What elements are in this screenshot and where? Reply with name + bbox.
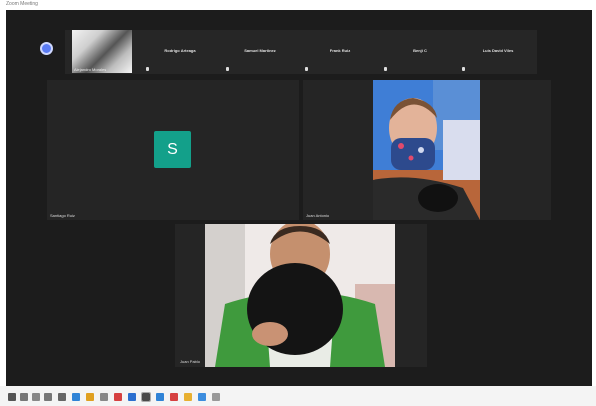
participant-tile-1[interactable]: Rodrigo Arteaga [145,48,215,53]
participant-tile-2[interactable]: Samuel Martinez [225,48,295,53]
app-icon[interactable] [212,393,220,401]
muted-mic-icon [462,67,465,71]
search-icon[interactable] [20,393,28,401]
muted-mic-icon [305,67,308,71]
video-frame-2 [205,224,395,367]
store-icon[interactable] [58,393,66,401]
video-tile-2-label: Juan Pablo [180,359,201,364]
self-view-thumbnail[interactable]: Alejandro Morales [72,30,132,73]
photos-icon[interactable] [114,393,122,401]
windows-start-icon[interactable] [8,393,16,401]
excel-icon[interactable] [156,393,164,401]
participant-tile-3[interactable]: Frank Ruiz [305,48,375,53]
participant-tile-5[interactable]: Luis David Viles [463,48,533,53]
avatar: S [154,131,191,168]
self-view-name: Alejandro Morales [74,67,107,72]
file-explorer-icon[interactable] [44,393,52,401]
muted-mic-icon [226,67,229,71]
mail-icon[interactable] [86,393,94,401]
muted-mic-icon [146,67,149,71]
zoom-icon[interactable] [141,392,151,402]
participant-video-2 [205,224,395,367]
edge-icon[interactable] [72,393,80,401]
video-frame-1 [373,80,480,220]
task-view-icon[interactable] [32,393,40,401]
avatar-tile-label: Santiago Ruiz [50,213,75,218]
muted-mic-icon [384,67,387,71]
word-icon[interactable] [128,393,136,401]
video-tile-1-label: Juan Antonio [306,213,330,218]
participant-video-1 [373,80,480,220]
participant-tile-4[interactable]: Benji C [385,48,455,53]
gear-icon[interactable] [40,42,53,55]
powerpoint-icon[interactable] [170,393,178,401]
window-titlebar: Zoom Meeting [0,0,596,10]
window-title: Zoom Meeting [6,1,38,7]
chrome-icon[interactable] [184,393,192,401]
file-explorer-icon[interactable] [100,393,108,401]
taskbar [0,386,596,406]
app-icon[interactable] [198,393,206,401]
